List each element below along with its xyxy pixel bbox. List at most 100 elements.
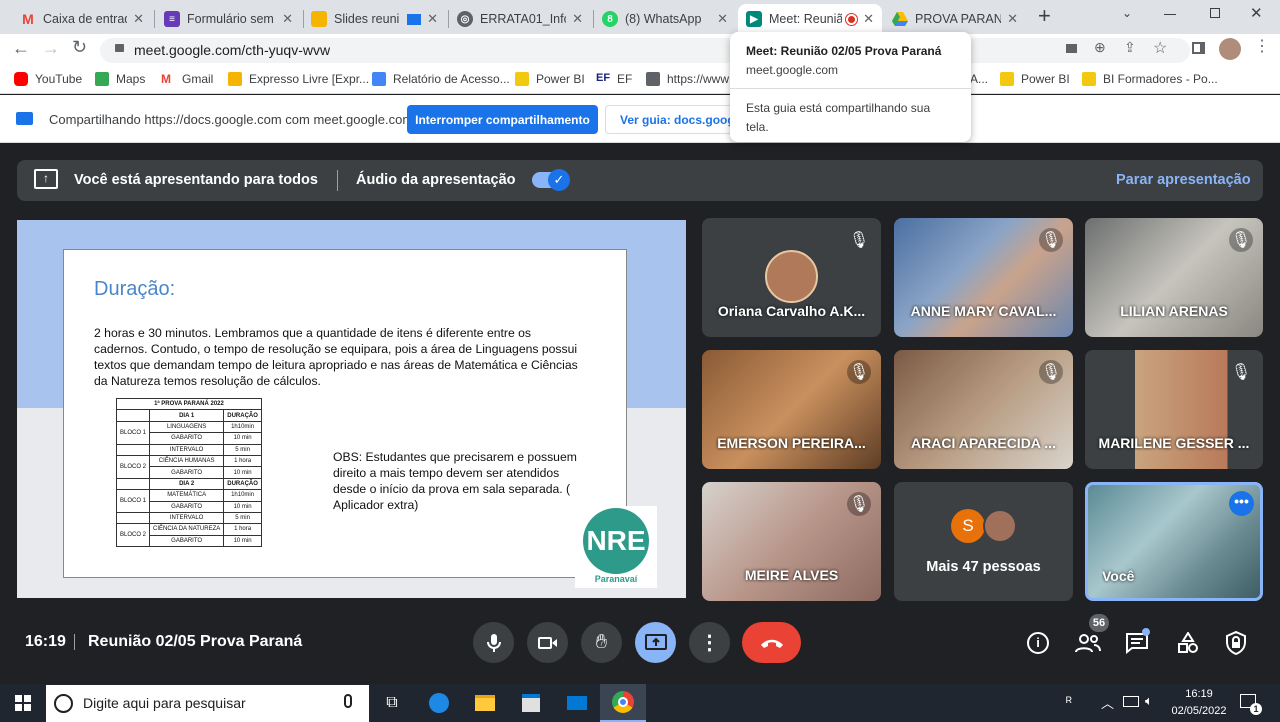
close-window-button[interactable]: ✕ [1250, 4, 1263, 22]
activities-button[interactable] [1174, 629, 1202, 657]
file-explorer-button[interactable] [462, 684, 508, 722]
bookmark-relatorio[interactable]: Relatório de Acesso... [372, 72, 510, 86]
task-view-button[interactable]: ⧉ [369, 684, 415, 722]
bookmark-youtube[interactable]: YouTube [14, 72, 82, 86]
tab-formulario[interactable]: ≡ Formulário sem t ✕ [156, 4, 301, 34]
bookmark-ef[interactable]: EF EF [596, 72, 632, 86]
tab-prova-parana[interactable]: PROVA PARANÁ ✕ [884, 4, 1026, 34]
divider [730, 88, 971, 89]
chrome-button[interactable] [600, 684, 646, 722]
reload-button[interactable]: ↻ [72, 37, 87, 58]
microphone-icon[interactable] [344, 694, 352, 708]
bookmark-https[interactable]: https://www [646, 72, 729, 86]
bookmark-star-icon[interactable]: ☆ [1153, 38, 1167, 58]
participant-tile[interactable]: MARILENE GESSER ... 🎙︎ [1085, 350, 1263, 469]
more-participants-tile[interactable]: S Mais 47 pessoas [894, 482, 1073, 601]
meet-icon: ▶ [746, 11, 762, 27]
participant-tile[interactable]: MEIRE ALVES 🎙︎ [702, 482, 881, 601]
table-cell: 10 min [223, 534, 262, 548]
participant-tile[interactable]: LILIAN ARENAS 🎙︎ [1085, 218, 1263, 337]
back-button[interactable]: ← [12, 38, 30, 59]
table-cell: INTERVALO [149, 443, 225, 456]
participant-tile[interactable]: Oriana Carvalho A.K... 🎙︎ [702, 218, 881, 337]
close-icon[interactable]: ✕ [282, 11, 293, 27]
powerbi-icon [1000, 72, 1014, 86]
expresso-icon [228, 72, 242, 86]
more-options-button[interactable]: ⋮ [689, 622, 730, 663]
volume-icon[interactable]: 🔈︎ [1145, 693, 1153, 709]
leave-call-button[interactable] [742, 622, 801, 663]
bookmark-expresso[interactable]: Expresso Livre [Expr... [228, 72, 369, 86]
start-button[interactable] [0, 684, 46, 722]
microphone-button[interactable] [473, 622, 514, 663]
camera-icon[interactable] [1066, 44, 1077, 53]
tab-hover-card: Meet: Reunião 02/05 Prova Paraná meet.go… [730, 32, 971, 142]
forms-icon: ≡ [164, 11, 180, 27]
tab-gmail[interactable]: M Caixa de entrada ✕ [12, 4, 152, 34]
bookmark-bi-formadores[interactable]: BI Formadores - Po... [1082, 72, 1218, 86]
bookmark-powerbi[interactable]: Power BI [515, 72, 585, 86]
url-text[interactable]: meet.google.com/cth-yuqv-wvw [134, 42, 330, 58]
new-tab-button[interactable]: + [1038, 5, 1051, 27]
more-options-icon[interactable]: ••• [1229, 491, 1254, 516]
hand-icon: ✋︎ [595, 631, 608, 653]
taskbar-date[interactable]: 02/05/2022 [1166, 705, 1232, 717]
participants-button[interactable] [1074, 629, 1102, 657]
mail-button[interactable] [554, 684, 600, 722]
shield-lock-icon [1226, 631, 1246, 655]
mic-off-icon: 🎙︎ [847, 492, 871, 516]
tab-search-icon[interactable]: ⌄ [1122, 6, 1132, 20]
chrome-icon [612, 691, 634, 713]
tab-meet[interactable]: ▶ Meet: Reuniã ✕ [738, 4, 882, 34]
bookmark-gmail[interactable]: M Gmail [161, 72, 213, 86]
close-icon[interactable]: ✕ [572, 11, 583, 27]
tab-errata[interactable]: ◎ ERRATA01_Inform ✕ [449, 4, 591, 34]
relatorio-icon [372, 72, 386, 86]
participant-tile[interactable]: ANNE MARY CAVAL... 🎙︎ [894, 218, 1073, 337]
table-cell: CIÊNCIA DA NATUREZA [149, 523, 225, 536]
close-icon[interactable]: ✕ [717, 11, 728, 27]
bookmark-powerbi-2[interactable]: Power BI [1000, 72, 1070, 86]
taskbar-search-box[interactable]: Digite aqui para pesquisar [46, 685, 369, 722]
participant-name: Oriana Carvalho A.K... [717, 303, 866, 319]
show-hidden-icons[interactable]: ︿ [1101, 693, 1114, 712]
tab-slides[interactable]: Slides reuni ✕ [303, 4, 446, 34]
participant-tile[interactable]: ARACI APARECIDA ... 🎙︎ [894, 350, 1073, 469]
raise-hand-button[interactable]: ✋︎ [581, 622, 622, 663]
store-button[interactable] [508, 684, 554, 722]
camera-button[interactable] [527, 622, 568, 663]
stop-sharing-button[interactable]: Interromper compartilhamento [407, 105, 598, 134]
store-icon [522, 694, 540, 712]
meeting-details-button[interactable]: i [1024, 629, 1052, 657]
self-view-tile[interactable]: Você ••• [1085, 482, 1263, 601]
restore-button[interactable] [1210, 8, 1220, 18]
close-icon[interactable]: ✕ [427, 11, 438, 27]
close-icon[interactable]: ✕ [863, 11, 874, 27]
globe-icon: ◎ [457, 11, 473, 27]
close-icon[interactable]: ✕ [1007, 11, 1018, 27]
forward-button[interactable]: → [42, 38, 60, 59]
edge-button[interactable] [416, 684, 462, 722]
present-screen-icon [644, 633, 667, 650]
view-tab-button[interactable]: Ver guia: docs.google [605, 105, 740, 134]
network-icon[interactable] [1123, 696, 1139, 707]
share-icon[interactable]: ⇪ [1124, 39, 1136, 56]
side-panel-icon[interactable] [1192, 42, 1205, 54]
participant-tile[interactable]: EMERSON PEREIRA... 🎙︎ [702, 350, 881, 469]
table-cell: GABARITO [149, 534, 225, 548]
bookmark-a[interactable]: A... [970, 72, 988, 86]
avatar: S [951, 509, 985, 543]
profile-avatar[interactable] [1219, 38, 1241, 60]
present-button[interactable] [635, 622, 676, 663]
tab-whatsapp[interactable]: 8 (8) WhatsApp ✕ [594, 4, 736, 34]
bookmark-maps[interactable]: Maps [95, 72, 145, 86]
zoom-icon[interactable]: ⊕ [1094, 39, 1106, 56]
bloco-label: BLOCO 1 [115, 420, 151, 445]
menu-icon[interactable]: ⋮ [1254, 38, 1270, 56]
minimize-button[interactable] [1164, 14, 1176, 15]
host-controls-button[interactable] [1222, 629, 1250, 657]
people-tray-icon[interactable]: ᴿ [1066, 694, 1072, 709]
close-icon[interactable]: ✕ [133, 11, 144, 27]
taskbar-clock[interactable]: 16:19 [1168, 688, 1230, 700]
stop-presenting-button[interactable]: Parar apresentação [1116, 172, 1251, 188]
